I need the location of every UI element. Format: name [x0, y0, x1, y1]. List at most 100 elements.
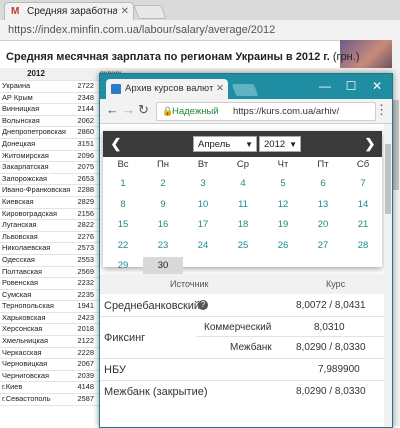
value-cell: 1941 — [77, 301, 94, 311]
value-cell: 2348 — [77, 92, 94, 102]
calendar-day[interactable]: 16 — [143, 216, 183, 234]
kebab-menu-icon[interactable]: ⋮ — [375, 102, 388, 118]
calendar-day[interactable]: 14 — [343, 196, 383, 214]
calendar-day[interactable]: 21 — [343, 216, 383, 234]
address-bar[interactable]: https://index.minfin.com.ua/labour/salar… — [0, 20, 400, 41]
calendar-day[interactable]: 2 — [143, 175, 183, 193]
calendar-day[interactable]: 28 — [343, 237, 383, 255]
region-cell: г.Киев — [2, 382, 23, 392]
calendar-day[interactable]: 15 — [103, 216, 143, 234]
calendar-day[interactable]: 30 — [143, 257, 183, 275]
chevron-down-icon: ▼ — [245, 140, 253, 149]
calendar-day[interactable]: 5 — [263, 175, 303, 193]
region-cell: Кировоградская — [2, 208, 58, 218]
calendar-day[interactable]: 10 — [183, 196, 223, 214]
region-cell: Харьковская — [2, 312, 46, 322]
close-tab-icon[interactable]: ✕ — [121, 3, 129, 21]
calendar-day[interactable]: 1 — [103, 175, 143, 193]
chevron-down-icon: ▼ — [289, 140, 297, 149]
value-cell: 2822 — [77, 220, 94, 230]
calendar-day[interactable]: 24 — [183, 237, 223, 255]
value-cell: 2039 — [77, 370, 94, 380]
calendar-day[interactable]: 8 — [103, 196, 143, 214]
new-tab-button[interactable] — [133, 5, 167, 19]
page-scrollbar[interactable] — [392, 40, 400, 426]
month-select[interactable]: Апрель ▼ — [193, 136, 257, 152]
region-cell: Донецкая — [2, 138, 36, 148]
weekday-label: Пт — [317, 159, 329, 170]
value-cell: 2156 — [77, 208, 94, 218]
calendar-day[interactable]: 9 — [143, 196, 183, 214]
maximize-icon[interactable]: ☐ — [340, 78, 362, 94]
calendar-day[interactable]: 18 — [223, 216, 263, 234]
region-cell: Житомирская — [2, 150, 49, 160]
calendar-day[interactable]: 25 — [223, 237, 263, 255]
calendar-day[interactable]: 12 — [263, 196, 303, 214]
kurs-browser-window: Архив курсов валют - К ✕ — ☐ ✕ ← → ↻ 🔒 Н… — [99, 73, 393, 428]
address-bar[interactable]: 🔒 Надежный https://kurs.com.ua/arhiv/ — [156, 102, 376, 121]
tab-kurs[interactable]: Архив курсов валют - К ✕ — [106, 79, 228, 99]
date-picker: ❮ Апрель ▼ 2012 ▼ ❯ Вс Пн Вт Ср Чт Пт Сб 1234567… — [103, 131, 383, 275]
calendar-day[interactable]: 27 — [303, 237, 343, 255]
kurs-favicon-icon — [111, 84, 121, 94]
calendar-day[interactable]: 29 — [103, 257, 143, 275]
minimize-icon[interactable]: — — [314, 78, 336, 94]
value-cell: 2228 — [77, 347, 94, 357]
calendar-day[interactable]: 23 — [143, 237, 183, 255]
region-cell: Хмельницкая — [2, 336, 48, 346]
reload-icon[interactable]: ↻ — [138, 102, 149, 118]
calendar-day[interactable]: 26 — [263, 237, 303, 255]
calendar-day[interactable]: 7 — [343, 175, 383, 193]
weekday-label: Пн — [156, 159, 170, 170]
value-cell: 2423 — [77, 312, 94, 322]
region-cell: Черкасская — [2, 347, 42, 357]
column-source: Источник — [170, 279, 209, 289]
calendar-day[interactable]: 17 — [183, 216, 223, 234]
page-title: Средняя месячная зарплата по регионам Ук… — [6, 51, 360, 63]
region-cell: Полтавская — [2, 266, 43, 276]
region-cell: Запорожская — [2, 173, 47, 183]
calendar-day[interactable]: 11 — [223, 196, 263, 214]
region-cell: Украина — [2, 81, 31, 90]
weekday-label: Вт — [197, 159, 209, 170]
year-select[interactable]: 2012 ▼ — [259, 136, 301, 152]
new-tab-button[interactable] — [231, 84, 259, 96]
next-month-icon[interactable]: ❯ — [359, 131, 381, 157]
region-cell: Винницкая — [2, 104, 40, 114]
title-bar[interactable]: Архив курсов валют - К ✕ — ☐ ✕ — [100, 74, 392, 99]
value-cell: 2096 — [77, 150, 94, 160]
calendar-day[interactable]: 13 — [303, 196, 343, 214]
value-cell: 2653 — [77, 173, 94, 183]
calendar-day[interactable]: 6 — [303, 175, 343, 193]
region-cell: Волынская — [2, 115, 40, 125]
help-icon[interactable]: ? — [198, 300, 208, 310]
minfin-favicon-icon: M — [11, 6, 20, 17]
value-cell: 2067 — [77, 359, 94, 369]
calendar-day[interactable]: 19 — [263, 216, 303, 234]
value-cell: 2144 — [77, 104, 94, 114]
forward-arrow-icon[interactable]: → — [122, 102, 135, 117]
value-cell: 2018 — [77, 324, 94, 334]
region-cell: Ровенская — [2, 278, 38, 288]
region-cell: Львовская — [2, 231, 38, 241]
value-cell: 2276 — [77, 231, 94, 241]
close-tab-icon[interactable]: ✕ — [216, 79, 224, 99]
calendar-day[interactable]: 22 — [103, 237, 143, 255]
back-arrow-icon[interactable]: ← — [106, 102, 119, 117]
prev-month-icon[interactable]: ❮ — [105, 131, 127, 157]
page-scrollbar[interactable] — [384, 124, 392, 427]
value-cell: 4148 — [77, 382, 94, 392]
region-cell: Тернопольская — [2, 301, 54, 311]
calendar-day[interactable]: 3 — [183, 175, 223, 193]
value-cell: 2569 — [77, 266, 94, 276]
value-cell: 2288 — [77, 185, 94, 195]
value-cell: 2553 — [77, 254, 94, 264]
weekday-label: Сб — [356, 159, 370, 170]
tab-minfin[interactable]: M Средняя заработная пла ✕ — [4, 2, 134, 21]
close-window-icon[interactable]: ✕ — [366, 78, 388, 94]
region-cell: Закарпатская — [2, 162, 49, 172]
calendar-day[interactable]: 20 — [303, 216, 343, 234]
value-cell: 2573 — [77, 243, 94, 253]
calendar-day[interactable]: 4 — [223, 175, 263, 193]
tab-title: Средняя заработная пла — [27, 6, 117, 17]
